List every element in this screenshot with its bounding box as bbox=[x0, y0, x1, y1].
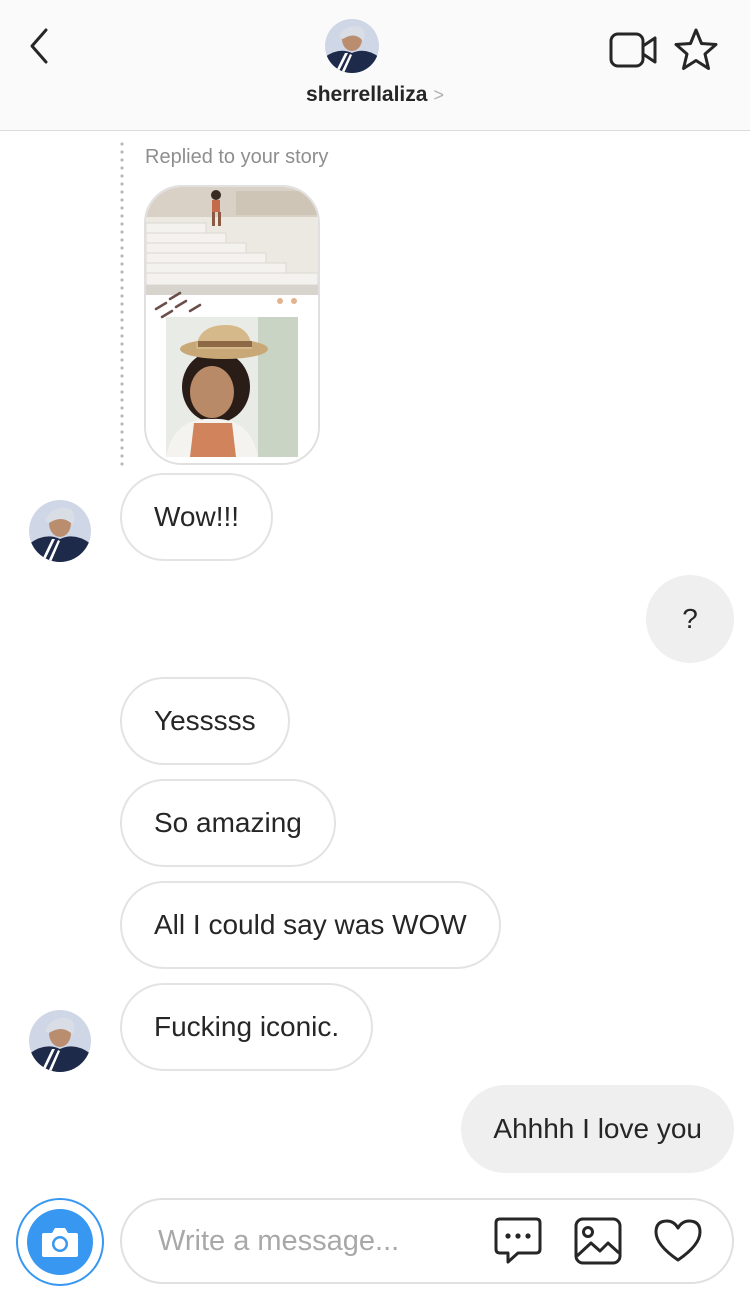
like-button[interactable] bbox=[652, 1215, 704, 1267]
chat-bubble-icon bbox=[494, 1217, 542, 1264]
story-reply-divider bbox=[120, 140, 124, 466]
camera-button-fill bbox=[27, 1209, 93, 1275]
username-text: sherrellaliza bbox=[306, 83, 428, 106]
message-bubble-incoming[interactable]: Yesssss bbox=[120, 677, 290, 765]
message-bubble-incoming[interactable]: Fucking iconic. bbox=[120, 983, 374, 1071]
message-input[interactable] bbox=[158, 1200, 478, 1282]
message-bubble-outgoing[interactable]: ? bbox=[646, 575, 734, 663]
message-bubble-incoming[interactable]: So amazing bbox=[120, 779, 336, 867]
video-call-icon bbox=[609, 32, 657, 68]
message-composer bbox=[120, 1198, 734, 1284]
message-text: ? bbox=[682, 603, 698, 634]
story-reply-caption: Replied to your story bbox=[145, 146, 329, 168]
message-bubble-incoming[interactable]: All I could say was WOW bbox=[120, 881, 501, 969]
star-icon bbox=[674, 28, 718, 70]
back-button[interactable] bbox=[22, 26, 62, 66]
chat-header: sherrellaliza > bbox=[0, 0, 750, 131]
message-bubble-outgoing[interactable]: Ahhhh I love you bbox=[461, 1085, 734, 1173]
message-text: So amazing bbox=[154, 807, 302, 838]
header-avatar[interactable] bbox=[325, 19, 379, 73]
message-text: Fucking iconic. bbox=[154, 1011, 340, 1042]
message-text: All I could say was WOW bbox=[154, 909, 467, 940]
back-chevron-icon bbox=[30, 28, 48, 64]
camera-icon bbox=[42, 1228, 78, 1257]
sender-avatar[interactable] bbox=[29, 1010, 91, 1072]
image-icon bbox=[574, 1217, 622, 1265]
story-thumbnail[interactable] bbox=[144, 185, 320, 465]
heart-icon bbox=[654, 1219, 702, 1262]
camera-button[interactable] bbox=[16, 1198, 104, 1286]
chat-button[interactable] bbox=[492, 1215, 544, 1267]
message-text: Ahhhh I love you bbox=[493, 1113, 702, 1144]
message-text: Wow!!! bbox=[154, 501, 240, 532]
chevron-right-icon: > bbox=[433, 85, 444, 105]
message-bubble-incoming[interactable]: Wow!!! bbox=[120, 473, 274, 561]
gallery-button[interactable] bbox=[572, 1215, 624, 1267]
message-text: Yesssss bbox=[154, 705, 256, 736]
favorite-button[interactable] bbox=[672, 26, 720, 74]
header-username[interactable]: sherrellaliza > bbox=[0, 83, 750, 107]
sender-avatar[interactable] bbox=[29, 500, 91, 562]
video-call-button[interactable] bbox=[608, 28, 660, 74]
